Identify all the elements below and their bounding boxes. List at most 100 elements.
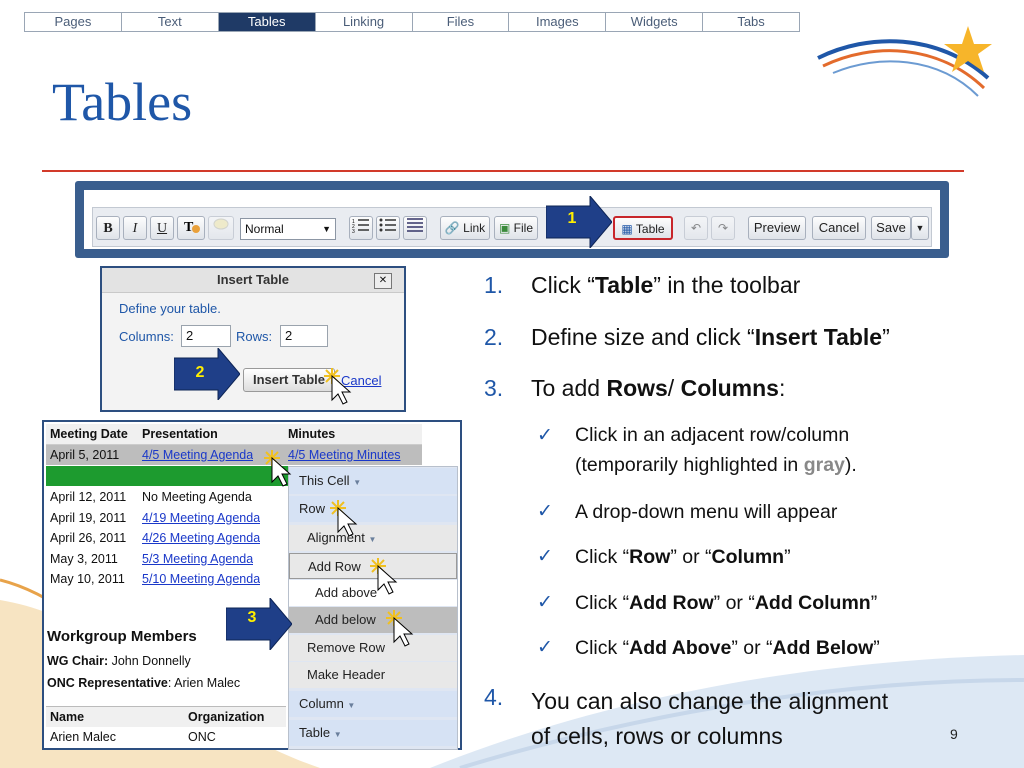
save-dropdown-icon[interactable]: ▼ [911,216,929,240]
tab-images[interactable]: Images [509,13,607,31]
tab-widgets[interactable]: Widgets [606,13,704,31]
tab-files[interactable]: Files [412,13,510,31]
onc-line: ONC Representative: Arien Malec [47,676,241,690]
columns-label: Columns: [119,329,174,344]
check-icon: ✓ [537,637,553,658]
menu-item-table[interactable]: Table ▼ [289,720,457,746]
chevron-down-icon: ▼ [347,701,356,710]
table-row[interactable]: May 3, 2011 5/3 Meeting Agenda [46,549,286,570]
table-cell: ONC [188,730,216,744]
bullet-list-icon[interactable] [376,216,400,240]
file-button[interactable]: ▣ File [494,216,538,240]
tab-pages[interactable]: Pages [25,13,122,31]
table-cell-link[interactable]: 5/10 Meeting Agenda [142,569,260,589]
bold-button[interactable]: B [96,216,120,240]
table-row[interactable]: April 12, 2011 No Meeting Agenda [46,487,286,508]
table-cell-link[interactable]: 5/3 Meeting Agenda [142,549,253,569]
table-icon: ▦ [621,222,633,236]
close-icon[interactable]: ✕ [374,273,392,289]
table-cell-link[interactable]: 4/19 Meeting Agenda [142,508,260,528]
step-number: 2. [484,324,504,350]
callout-badge-3: 3 [247,609,257,626]
table-cell: April 5, 2011 [50,448,120,462]
menu-item-alignment[interactable]: Alignment ▼ [289,525,457,551]
menu-item-remove-row[interactable]: Remove Row [289,635,457,661]
cancel-button[interactable]: Cancel [812,216,866,240]
tab-tables[interactable]: Tables [218,13,316,31]
check-icon: ✓ [537,592,553,613]
table-row[interactable]: April 26, 2011 4/26 Meeting Agenda [46,528,286,549]
tab-linking[interactable]: Linking [315,13,413,31]
cursor-icon [264,450,292,487]
table-cell-link[interactable]: 4/5 Meeting Minutes [288,445,401,465]
columns-input[interactable]: 2 [181,325,231,347]
bullet-3: Click “Row” or “Column” [575,546,791,568]
preview-button[interactable]: Preview [748,216,806,240]
menu-item-this-cell[interactable]: This Cell ▼ [289,468,457,494]
member-row[interactable]: Arien Malec ONC [46,727,286,747]
page-title: Tables [52,72,193,132]
callout-badge-1: 1 [567,210,577,227]
column-header: Meeting Date [50,427,128,441]
step-1: Click “Table” in the toolbar [531,272,801,298]
dialog-title: Insert Table [102,268,404,293]
column-header: Name [50,710,85,724]
comment-icon[interactable] [208,216,234,240]
table-row[interactable]: April 19, 2011 4/19 Meeting Agenda [46,508,286,529]
step-4: You can also change the alignment of cel… [531,688,889,749]
table-cell: Arien Malec [50,730,116,744]
table-cell: April 26, 2011 [50,531,127,545]
table-cell: May 10, 2011 [50,572,125,586]
tab-tabs[interactable]: Tabs [703,13,799,31]
rows-input[interactable]: 2 [280,325,328,347]
tab-text[interactable]: Text [121,13,219,31]
chevron-down-icon: ▼ [333,730,342,739]
table-cell-link[interactable]: 4/5 Meeting Agenda [142,445,253,465]
check-icon: ✓ [537,546,553,567]
menu-item-add-below[interactable]: Add below [289,607,457,633]
underline-button[interactable]: U [150,216,174,240]
chevron-down-icon: ▼ [353,478,362,487]
cursor-icon [386,610,414,647]
italic-button[interactable]: I [123,216,147,240]
menu-item-row[interactable]: Row [289,496,457,522]
cursor-icon [330,500,358,537]
bullet-1: Click in an adjacent row/column (tempora… [575,424,857,476]
numbered-list-icon[interactable]: 123 [349,216,373,240]
format-select[interactable]: Normal ▼ [240,218,336,240]
save-button[interactable]: Save [871,216,911,240]
column-header: Minutes [288,427,336,441]
table-cell: April 19, 2011 [50,510,127,525]
step-3: To add Rows/ Columns: [531,375,786,401]
table-row[interactable]: May 10, 2011 5/10 Meeting Agenda [46,569,286,590]
file-icon: ▣ [498,221,511,235]
dropdown-arrow-icon: ▼ [322,224,331,234]
member-header-row: Name Organization [46,706,286,727]
table-cell: May 3, 2011 [50,551,118,566]
title-divider [42,170,964,172]
link-button[interactable]: 🔗 Link [440,216,490,240]
table-cell: No Meeting Agenda [142,490,252,504]
logo-star-icon [817,26,992,97]
wg-chair-line: WG Chair: John Donnelly [47,654,191,668]
redo-icon[interactable]: ↷ [711,216,735,240]
table-cell: April 12, 2011 [50,490,127,504]
step-number: 3. [484,375,504,401]
clear-format-icon[interactable]: T [177,216,205,240]
step-2: Define size and click “Insert Table” [531,324,890,350]
table-button[interactable]: ▦ Table [613,216,673,240]
page-number: 9 [950,726,958,742]
dialog-prompt: Define your table. [119,301,221,316]
menu-item-column[interactable]: Column ▼ [289,691,457,717]
column-header: Presentation [142,427,218,441]
indent-icon[interactable] [403,216,427,240]
check-icon: ✓ [537,425,553,446]
table-cell-link[interactable]: 4/26 Meeting Agenda [142,528,260,548]
menu-item-make-header[interactable]: Make Header [289,662,457,688]
rows-label: Rows: [236,329,273,344]
undo-icon[interactable]: ↶ [684,216,708,240]
cursor-icon [370,558,398,595]
bullet-5: Click “Add Above” or “Add Below” [575,637,880,659]
link-icon: 🔗 [444,221,460,235]
table-row[interactable]: April 5, 2011 4/5 Meeting Agenda 4/5 Mee… [46,445,422,465]
